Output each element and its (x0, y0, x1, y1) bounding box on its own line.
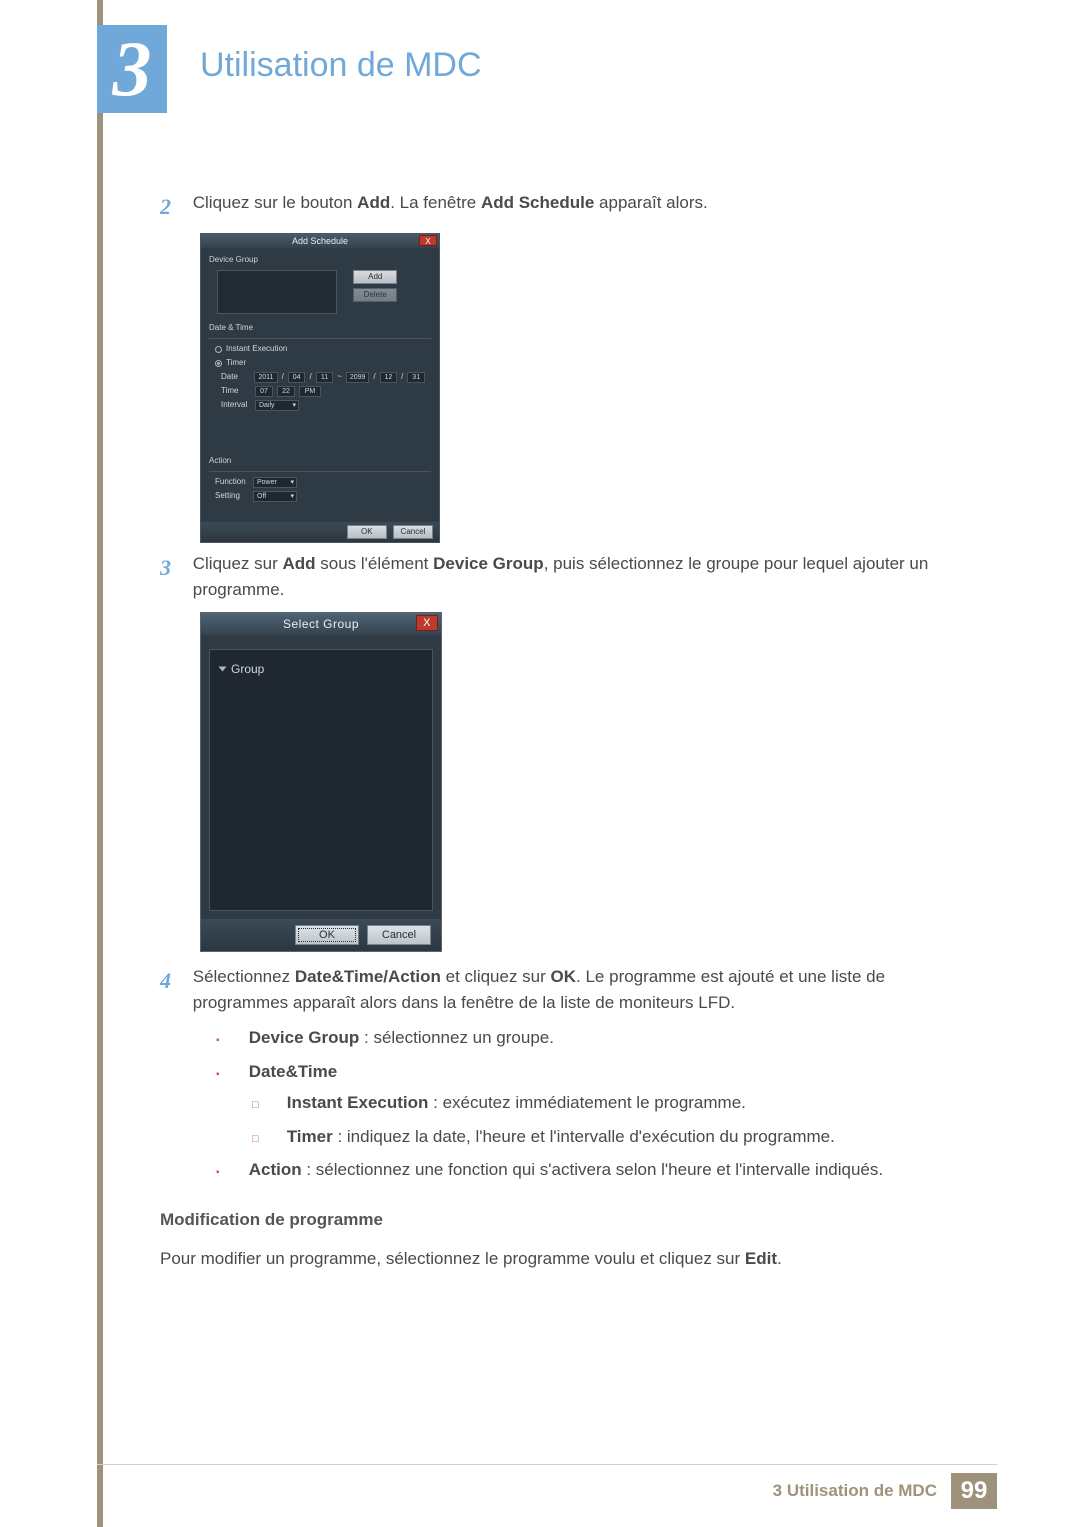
time-ampm[interactable]: PM (299, 386, 321, 397)
page-content: 2 Cliquez sur le bouton Add. La fenêtre … (160, 190, 960, 1272)
device-group-list[interactable] (217, 270, 337, 314)
footer-page-number: 99 (951, 1473, 997, 1509)
radio-icon (215, 346, 222, 353)
step-3: 3 Cliquez sur Add sous l'élément Device … (160, 551, 960, 602)
date-from-month[interactable]: 04 (288, 372, 306, 383)
triangle-icon (219, 667, 227, 672)
device-group-delete-button[interactable]: Delete (353, 288, 397, 302)
setting-row: Setting Off (215, 490, 425, 502)
select-group-titlebar: Select Group X (201, 613, 441, 635)
chapter-number-badge: 3 (97, 25, 167, 113)
add-schedule-titlebar: Add Schedule X (201, 234, 439, 248)
step-4: 4 Sélectionnez Date&Time/Action et cliqu… (160, 964, 960, 1015)
chapter-title: Utilisation de MDC (200, 40, 482, 91)
page-footer: 3 Utilisation de MDC 99 (97, 1464, 997, 1509)
datetime-label: Date & Time (209, 322, 431, 334)
datetime-fieldset: Instant Execution Timer Date 2011/ 04/ 1… (209, 338, 431, 411)
select-group-dialog: Select Group X Group OK Cancel (200, 612, 442, 952)
interval-select[interactable]: Daily (255, 400, 299, 411)
step-3-number: 3 (160, 551, 188, 584)
group-tree-root[interactable]: Group (220, 660, 422, 678)
add-schedule-bottom-bar: OK Cancel (201, 522, 439, 542)
step-4-text: Sélectionnez Date&Time/Action et cliquez… (193, 964, 953, 1015)
instant-execution-radio[interactable]: Instant Execution (215, 343, 425, 355)
add-schedule-ok-button[interactable]: OK (347, 525, 387, 539)
time-hour[interactable]: 07 (255, 386, 273, 397)
function-row: Function Power (215, 476, 425, 488)
add-schedule-cancel-button[interactable]: Cancel (393, 525, 433, 539)
bullet-device-group: Device Group : sélectionnez un groupe. (216, 1025, 960, 1051)
step-2-text: Cliquez sur le bouton Add. La fenêtre Ad… (193, 190, 953, 216)
select-group-body: Group (209, 649, 433, 911)
setting-select[interactable]: Off (253, 491, 297, 502)
date-from-day[interactable]: 11 (316, 372, 334, 383)
select-group-ok-button[interactable]: OK (295, 925, 359, 945)
add-schedule-title: Add Schedule (292, 236, 348, 246)
group-tree-root-label: Group (231, 660, 264, 678)
date-from-year[interactable]: 2011 (254, 372, 277, 383)
step-3-text: Cliquez sur Add sous l'élément Device Gr… (193, 551, 953, 602)
sub-bullet-timer: Timer : indiquez la date, l'heure et l'i… (252, 1124, 960, 1150)
timer-radio[interactable]: Timer (215, 357, 425, 369)
interval-row: Interval Daily (221, 399, 425, 411)
sidebar-rule (97, 0, 103, 1527)
bullet-action: Action : sélectionnez une fonction qui s… (216, 1157, 960, 1183)
action-fieldset: Function Power Setting Off (209, 471, 431, 502)
select-group-bottom-bar: OK Cancel (201, 919, 441, 951)
device-group-label: Device Group (209, 254, 431, 266)
date-time-sublist: Instant Execution : exécutez immédiateme… (252, 1090, 960, 1149)
function-select[interactable]: Power (253, 477, 297, 488)
date-to-month[interactable]: 12 (380, 372, 398, 383)
device-group-add-button[interactable]: Add (353, 270, 397, 284)
modification-heading: Modification de programme (160, 1207, 960, 1233)
time-row: Time 07 22 PM (221, 385, 425, 397)
footer-chapter-text: 3 Utilisation de MDC (773, 1478, 937, 1504)
close-icon[interactable]: X (416, 615, 438, 631)
modification-text: Pour modifier un programme, sélectionnez… (160, 1246, 960, 1272)
time-min[interactable]: 22 (277, 386, 295, 397)
step-4-number: 4 (160, 964, 188, 997)
select-group-cancel-button[interactable]: Cancel (367, 925, 431, 945)
date-row: Date 2011/ 04/ 11 ~ 2099/ 12/ 31 (221, 371, 425, 383)
date-to-day[interactable]: 31 (407, 372, 425, 383)
add-schedule-dialog: Add Schedule X Device Group Add Delete D… (200, 233, 440, 543)
radio-icon (215, 360, 222, 367)
action-label: Action (209, 455, 431, 467)
step-4-bullets: Device Group : sélectionnez un groupe. D… (216, 1025, 960, 1183)
sub-bullet-instant: Instant Execution : exécutez immédiateme… (252, 1090, 960, 1116)
date-to-year[interactable]: 2099 (346, 372, 369, 383)
step-2-number: 2 (160, 190, 188, 223)
bullet-date-time: Date&Time Instant Execution : exécutez i… (216, 1059, 960, 1150)
close-icon[interactable]: X (419, 235, 437, 246)
select-group-title: Select Group (283, 617, 359, 631)
step-2: 2 Cliquez sur le bouton Add. La fenêtre … (160, 190, 960, 223)
